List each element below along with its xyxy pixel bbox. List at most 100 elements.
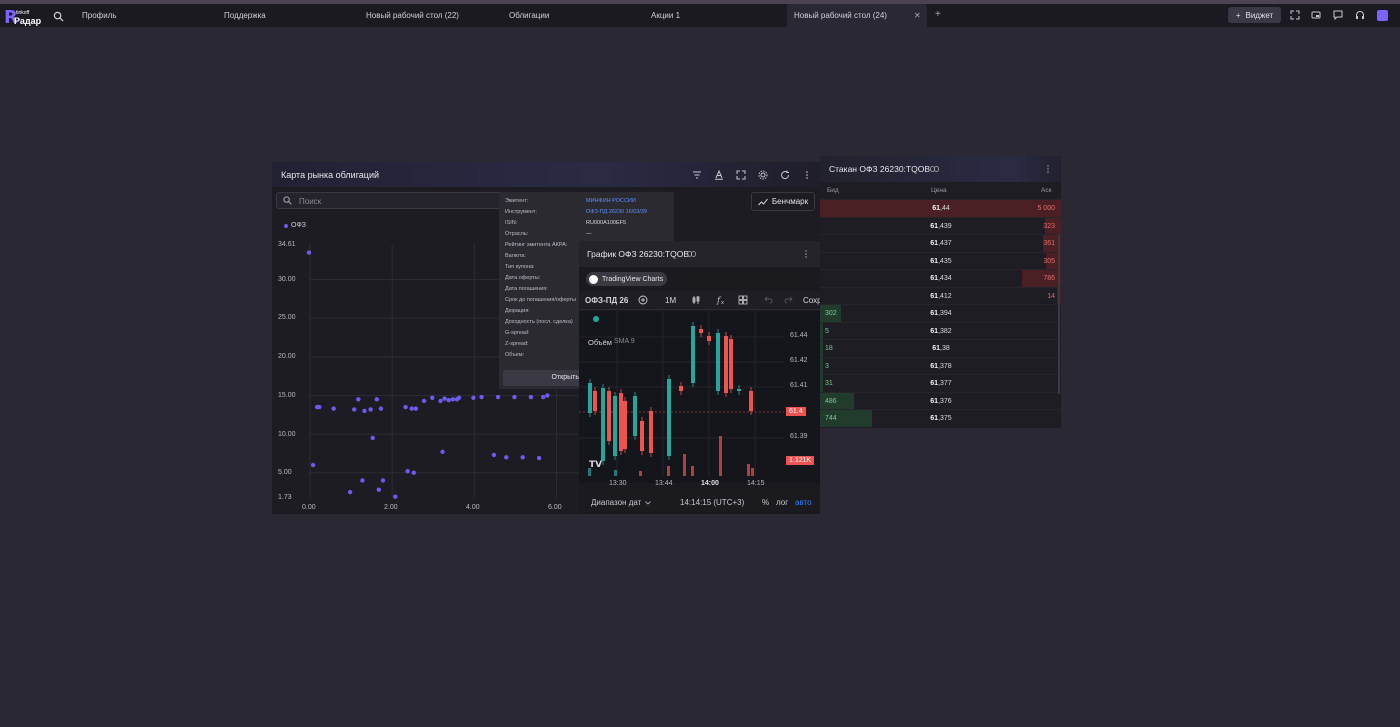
scatter-point[interactable]: [393, 494, 398, 499]
tooltip-label: Отрасль:: [505, 231, 529, 237]
ask-row[interactable]: 61,434 786: [820, 269, 1061, 287]
bid-row[interactable]: 744 61,375: [820, 409, 1061, 427]
scatter-point[interactable]: [495, 394, 501, 400]
indicators-icon[interactable]: fx: [716, 295, 726, 305]
scatter-point[interactable]: [541, 394, 546, 400]
scatter-point[interactable]: [347, 489, 353, 495]
volume-badge: 1.121K: [786, 456, 815, 465]
undo-icon[interactable]: [764, 296, 773, 304]
scatter-point[interactable]: [368, 407, 373, 412]
more-icon[interactable]: [803, 250, 809, 258]
scatter-point[interactable]: [403, 404, 408, 410]
link-icon[interactable]: [687, 251, 696, 257]
scatter-point[interactable]: [331, 406, 336, 411]
tab-bonds[interactable]: Облигации: [509, 4, 549, 27]
layout-grid-icon[interactable]: [738, 295, 748, 305]
tooltip-value[interactable]: ОФЗ-ПД 26230 16/03/39: [586, 209, 647, 215]
scatter-point[interactable]: [456, 395, 462, 401]
bid-row[interactable]: 486 61,376: [820, 391, 1061, 410]
scatter-point[interactable]: [491, 452, 497, 458]
volume-bar: [691, 466, 694, 476]
price-tick: 61.42: [790, 357, 808, 364]
scatter-point[interactable]: [370, 435, 375, 441]
ask-row[interactable]: 61,439 323: [820, 216, 1061, 235]
tab-desktop-24[interactable]: Новый рабочий стол (24): [787, 4, 927, 27]
candlestick-canvas[interactable]: TV: [579, 311, 820, 483]
ask-row[interactable]: 61,412 14: [820, 286, 1061, 305]
scatter-point[interactable]: [504, 455, 509, 460]
scatter-point[interactable]: [378, 406, 384, 411]
date-range-selector[interactable]: Диапазон дат: [591, 498, 641, 507]
scatter-point[interactable]: [520, 455, 525, 460]
scatter-point[interactable]: [411, 470, 416, 475]
scatter-point[interactable]: [405, 468, 410, 474]
scatter-point[interactable]: [356, 397, 361, 402]
close-icon[interactable]: ✕: [914, 11, 921, 20]
chat-icon[interactable]: [1333, 10, 1343, 20]
add-widget-button[interactable]: + Виджет: [1228, 7, 1281, 23]
scatter-point[interactable]: [450, 397, 456, 402]
tab-stocks-1[interactable]: Акции 1: [651, 4, 680, 27]
add-tab-icon[interactable]: +: [935, 9, 941, 20]
add-circle-icon[interactable]: [638, 295, 648, 305]
scatter-point[interactable]: [528, 394, 534, 400]
scatter-point[interactable]: [440, 449, 445, 455]
open-button[interactable]: Открыть: [503, 370, 583, 386]
tab-desktop-22[interactable]: Новый рабочий стол (22): [366, 4, 459, 27]
scrollbar[interactable]: [1058, 234, 1060, 394]
link-icon[interactable]: [930, 166, 939, 172]
redo-icon[interactable]: [784, 296, 793, 304]
candles-icon[interactable]: [691, 295, 701, 305]
log-toggle[interactable]: лог: [776, 498, 788, 507]
avatar[interactable]: [1377, 10, 1388, 21]
scatter-point[interactable]: [545, 393, 550, 398]
scatter-point[interactable]: [438, 398, 443, 404]
bid-row[interactable]: 3 61,378: [820, 356, 1061, 375]
scatter-point[interactable]: [352, 407, 357, 412]
auto-toggle[interactable]: авто: [795, 498, 812, 507]
scatter-point[interactable]: [512, 394, 517, 400]
scatter-point[interactable]: [317, 404, 322, 410]
col-price-header: Цена: [931, 187, 947, 194]
bid-row[interactable]: 31 61,377: [820, 374, 1061, 392]
search-icon[interactable]: [53, 11, 64, 22]
scatter-point[interactable]: [430, 395, 435, 401]
candle-body: [699, 329, 703, 333]
tradingview-toggle[interactable]: TradingView Charts: [586, 272, 667, 286]
scatter-point[interactable]: [374, 397, 380, 402]
bid-row[interactable]: 5 61,382: [820, 321, 1061, 340]
ask-row[interactable]: 61,435 305: [820, 251, 1061, 270]
bid-row[interactable]: 302 61,394: [820, 304, 1061, 322]
scatter-point[interactable]: [536, 455, 542, 461]
bid-row[interactable]: 18 61,38: [820, 339, 1061, 357]
fullscreen-icon[interactable]: [1290, 10, 1300, 20]
tab-profile[interactable]: Профиль: [82, 4, 117, 27]
ask-row[interactable]: 61,44 5 000: [820, 199, 1061, 217]
scatter-point[interactable]: [306, 250, 312, 255]
scatter-point[interactable]: [442, 396, 447, 401]
more-icon[interactable]: [1045, 165, 1051, 173]
scatter-point[interactable]: [446, 397, 451, 403]
ask-row[interactable]: 61,437 361: [820, 234, 1061, 252]
headset-icon[interactable]: [1355, 10, 1365, 20]
scatter-point[interactable]: [380, 478, 386, 483]
tab-support[interactable]: Поддержка: [224, 4, 266, 27]
candlestick-plot[interactable]: TV Объём SMA 9 61.44 61.42 61.41 61.39 6…: [579, 311, 820, 487]
candle-body: [737, 389, 741, 391]
window-icon[interactable]: [1311, 10, 1321, 20]
save-button[interactable]: Сохр: [803, 296, 822, 305]
scatter-point[interactable]: [360, 478, 365, 483]
scatter-point[interactable]: [421, 398, 427, 404]
tooltip-value[interactable]: МИНФИН РОССИИ: [586, 198, 636, 204]
scatter-point[interactable]: [362, 408, 367, 414]
scatter-point[interactable]: [471, 395, 476, 401]
scatter-point[interactable]: [376, 487, 382, 492]
scatter-point[interactable]: [413, 406, 419, 411]
percent-toggle[interactable]: %: [762, 498, 769, 507]
interval-selector[interactable]: 1M: [665, 296, 676, 305]
chart-symbol[interactable]: ОФЗ-ПД 26: [585, 296, 628, 305]
scatter-point[interactable]: [310, 462, 316, 468]
app-logo[interactable]: R tinkoff Радар: [4, 8, 42, 27]
scatter-point[interactable]: [479, 394, 484, 400]
scatter-point[interactable]: [409, 406, 414, 411]
